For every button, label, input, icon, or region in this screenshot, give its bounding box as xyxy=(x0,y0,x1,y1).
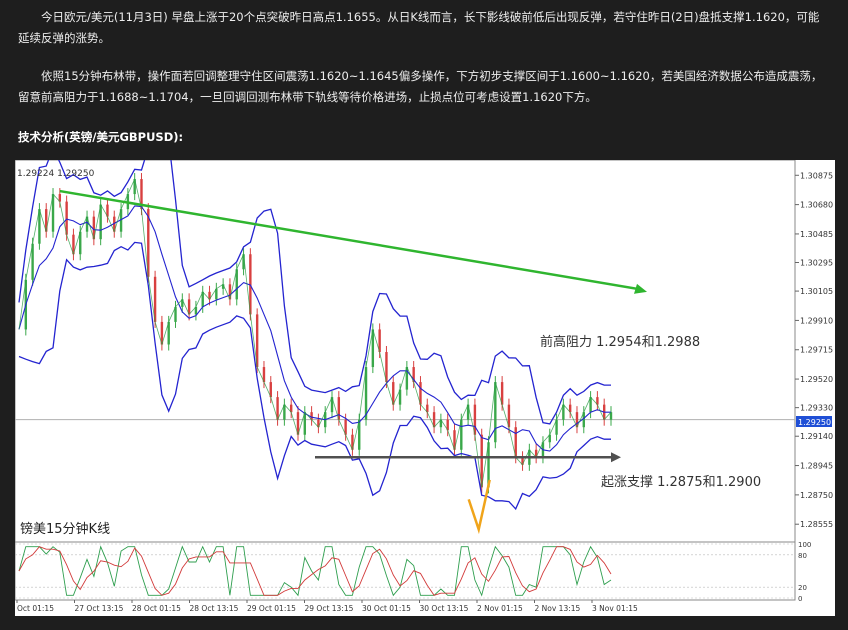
y-tick-label: 1.30105 xyxy=(800,287,833,296)
x-tick-label: 29 Oct 01:15 xyxy=(247,604,296,613)
current-price-tag: 1.29250 xyxy=(796,416,832,427)
x-tick-label: 30 Oct 13:15 xyxy=(420,604,469,613)
section-heading: 技术分析(英镑/美元GBPUSD): xyxy=(18,130,184,144)
x-tick-label: 27 Oct 13:15 xyxy=(75,604,124,613)
resistance-label: 前高阻力 1.2954和1.2988 xyxy=(540,334,700,350)
x-tick-label: 28 Oct 01:15 xyxy=(132,604,181,613)
gbpusd-chart: 1.30875 1.30680 1.30485 1.30295 1.30105 1.299… xyxy=(15,160,833,613)
x-axis: Oct 01:15 27 Oct 13:15 28 Oct 01:15 28 Oct … xyxy=(16,600,638,613)
x-tick-label: 3 Nov 01:15 xyxy=(592,604,638,613)
chart-title: 镑美15分钟K线 xyxy=(20,521,110,537)
chart-container: 1.30875 1.30680 1.30485 1.30295 1.30105 1.299… xyxy=(15,160,835,616)
current-price-text: 1.29250 xyxy=(798,418,831,427)
osc-level-label: 100 xyxy=(798,541,811,549)
oscillator-frame xyxy=(15,541,796,601)
y-axis: 1.30875 1.30680 1.30485 1.30295 1.30105 1.299… xyxy=(795,171,833,529)
y-tick-label: 1.28750 xyxy=(800,491,833,500)
y-tick-label: 1.29140 xyxy=(800,432,833,441)
article-paragraph-2: 依照15分钟布林带，操作面若回调整理守住区间震荡1.1620~1.1645偏多操… xyxy=(18,69,823,104)
osc-level-label: 0 xyxy=(798,595,802,603)
x-tick-label: 29 Oct 13:15 xyxy=(305,604,354,613)
y-tick-label: 1.28945 xyxy=(800,462,833,471)
osc-level-label: 20 xyxy=(798,584,807,592)
y-tick-label: 1.29330 xyxy=(800,404,833,413)
x-tick-label: 2 Nov 01:15 xyxy=(477,604,523,613)
x-tick-label: Oct 01:15 xyxy=(17,604,54,613)
y-tick-label: 1.28555 xyxy=(800,520,833,529)
y-tick-label: 1.29910 xyxy=(800,316,833,325)
x-tick-label: 28 Oct 13:15 xyxy=(190,604,239,613)
y-tick-label: 1.29520 xyxy=(800,375,833,384)
y-tick-label: 1.30295 xyxy=(800,259,833,268)
x-tick-label: 2 Nov 13:15 xyxy=(535,604,581,613)
article-paragraph-1: 今日欧元/美元(11月3日) 早盘上涨于20个点突破昨日高点1.1655。从日K… xyxy=(18,10,820,45)
support-label: 起涨支撑 1.2875和1.2900 xyxy=(601,475,761,490)
y-tick-label: 1.30680 xyxy=(800,201,833,210)
x-tick-label: 30 Oct 01:15 xyxy=(362,604,411,613)
osc-level-label: 80 xyxy=(798,552,807,560)
chart-header-values: 1.29224 1.29250 xyxy=(17,169,95,179)
y-tick-label: 1.29715 xyxy=(800,346,833,355)
y-tick-label: 1.30485 xyxy=(800,230,833,239)
y-tick-label: 1.30875 xyxy=(800,171,833,180)
